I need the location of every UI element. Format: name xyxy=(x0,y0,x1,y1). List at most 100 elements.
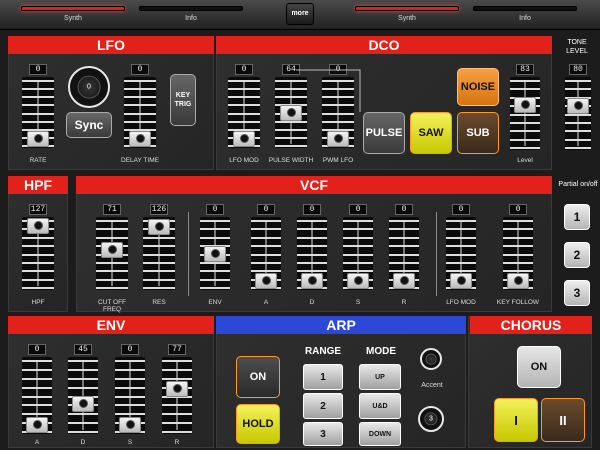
slider-track[interactable] xyxy=(510,77,540,150)
slider-track[interactable] xyxy=(96,217,128,290)
slider-knob xyxy=(172,384,182,393)
slider-tick xyxy=(297,270,327,273)
lfo-rate-knob[interactable]: 0 xyxy=(68,66,110,108)
pulse-button[interactable]: PULSE xyxy=(363,112,405,154)
dco-lfo-mod-value: 0 xyxy=(235,64,253,75)
arp-rate-knob[interactable]: 3 xyxy=(418,406,444,432)
env-decay-slider[interactable]: 45 xyxy=(68,344,98,434)
slider-tick xyxy=(275,145,307,147)
mode-down-button[interactable]: DOWN xyxy=(359,422,401,446)
mode-up-down-button[interactable]: U&D xyxy=(359,393,401,419)
arp-hold-button[interactable]: HOLD xyxy=(236,404,280,444)
slider-tick xyxy=(22,395,52,398)
hpf-slider[interactable]: 127 xyxy=(22,204,54,290)
mode-up-button[interactable]: UP xyxy=(359,364,401,390)
partial-3-button[interactable]: 3 xyxy=(564,280,590,306)
slider-tick xyxy=(68,368,98,371)
vcf-attack-label: A xyxy=(263,299,269,306)
chorus-ii-button[interactable]: II xyxy=(541,398,585,442)
more-button[interactable]: more xyxy=(286,3,314,25)
slider-tick xyxy=(22,88,54,91)
noise-button[interactable]: NOISE xyxy=(457,68,499,106)
range-1-button[interactable]: 1 xyxy=(303,364,343,390)
top-bar: Synth Info more Synth Info xyxy=(0,0,600,30)
accent-knob[interactable] xyxy=(420,348,442,370)
partial-title: Partial on/off xyxy=(558,181,598,188)
slider-track[interactable] xyxy=(143,217,175,290)
tone-level-slider[interactable]: 80 xyxy=(565,64,591,150)
dco-level-slider[interactable]: 83 xyxy=(510,64,540,150)
vcf-env-slider[interactable]: 0 xyxy=(200,204,230,290)
chorus-i-button[interactable]: I xyxy=(494,398,538,442)
slider-track[interactable] xyxy=(446,217,476,290)
saw-button[interactable]: SAW xyxy=(410,112,452,154)
partial-2-button[interactable]: 2 xyxy=(564,242,590,268)
slider-tick xyxy=(389,270,419,273)
tab-info-left[interactable]: Info xyxy=(136,4,246,26)
slider-track[interactable] xyxy=(22,357,52,434)
dco-level-label: Level xyxy=(517,157,533,164)
vcf-decay-slider[interactable]: 0 xyxy=(297,204,327,290)
slider-tick xyxy=(510,88,540,91)
slider-track[interactable] xyxy=(343,217,373,290)
slider-tick xyxy=(162,360,192,362)
slider-track[interactable] xyxy=(503,217,533,290)
sync-button[interactable]: Sync xyxy=(66,112,112,138)
slider-tick xyxy=(115,386,145,389)
rate-slider[interactable]: 0 xyxy=(22,64,54,148)
slider-tick xyxy=(22,386,52,389)
slider-tick xyxy=(162,431,192,433)
slider-track[interactable] xyxy=(22,77,54,148)
tab-info-right[interactable]: Info xyxy=(470,4,580,26)
resonance-slider[interactable]: 126 xyxy=(143,204,175,290)
slider-track[interactable] xyxy=(389,217,419,290)
env-release-slider[interactable]: 77 xyxy=(162,344,192,434)
arp-title: ARP xyxy=(216,316,466,334)
slider-track[interactable] xyxy=(228,77,260,148)
slider-knob xyxy=(456,276,466,285)
vcf-sustain-slider[interactable]: 0 xyxy=(343,204,373,290)
slider-tick xyxy=(228,96,260,99)
slider-knob xyxy=(107,245,117,255)
slider-tick xyxy=(297,236,327,239)
slider-track[interactable] xyxy=(200,217,230,290)
tab-synth-left[interactable]: Synth xyxy=(18,4,128,26)
partial-1-button[interactable]: 1 xyxy=(564,204,590,230)
slider-track[interactable] xyxy=(162,357,192,434)
hpf-label: HPF xyxy=(31,299,45,306)
env-attack-slider[interactable]: 0 xyxy=(22,344,52,434)
range-2-button[interactable]: 2 xyxy=(303,393,343,419)
env-sustain-slider[interactable]: 0 xyxy=(115,344,145,434)
slider-track[interactable] xyxy=(565,77,591,150)
tab-synth-right[interactable]: Synth xyxy=(352,4,462,26)
slider-track[interactable] xyxy=(115,357,145,434)
slider-track[interactable] xyxy=(124,77,156,148)
slider-knob xyxy=(307,276,317,285)
delay-time-slider[interactable]: 0 xyxy=(124,64,156,148)
slider-tick xyxy=(343,220,373,222)
sub-button[interactable]: SUB xyxy=(457,112,499,154)
slider-track[interactable] xyxy=(68,357,98,434)
slider-tick xyxy=(565,130,591,133)
slider-tick xyxy=(96,228,128,231)
key-follow-slider[interactable]: 0 xyxy=(503,204,533,290)
chorus-on-button[interactable]: ON xyxy=(517,346,561,388)
slider-tick xyxy=(162,413,192,416)
vcf-release-slider[interactable]: 0 xyxy=(389,204,419,290)
cutoff-freq-slider[interactable]: 71 xyxy=(96,204,128,290)
slider-tick xyxy=(389,245,419,248)
dco-level-value: 83 xyxy=(516,64,534,75)
tab-label: Info xyxy=(185,15,197,22)
vcf-attack-slider[interactable]: 0 xyxy=(251,204,281,290)
key-trig-button[interactable]: KEY TRIG xyxy=(170,74,196,126)
slider-track[interactable] xyxy=(251,217,281,290)
slider-tick xyxy=(446,245,476,248)
slider-track[interactable] xyxy=(297,217,327,290)
vcf-lfo-mod-slider[interactable]: 0 xyxy=(446,204,476,290)
slider-tick xyxy=(143,245,175,248)
range-3-button[interactable]: 3 xyxy=(303,422,343,446)
arp-on-button[interactable]: ON xyxy=(236,356,280,398)
slider-tick xyxy=(297,261,327,264)
dco-lfo-mod-slider[interactable]: 0 xyxy=(228,64,260,148)
slider-track[interactable] xyxy=(22,217,54,290)
